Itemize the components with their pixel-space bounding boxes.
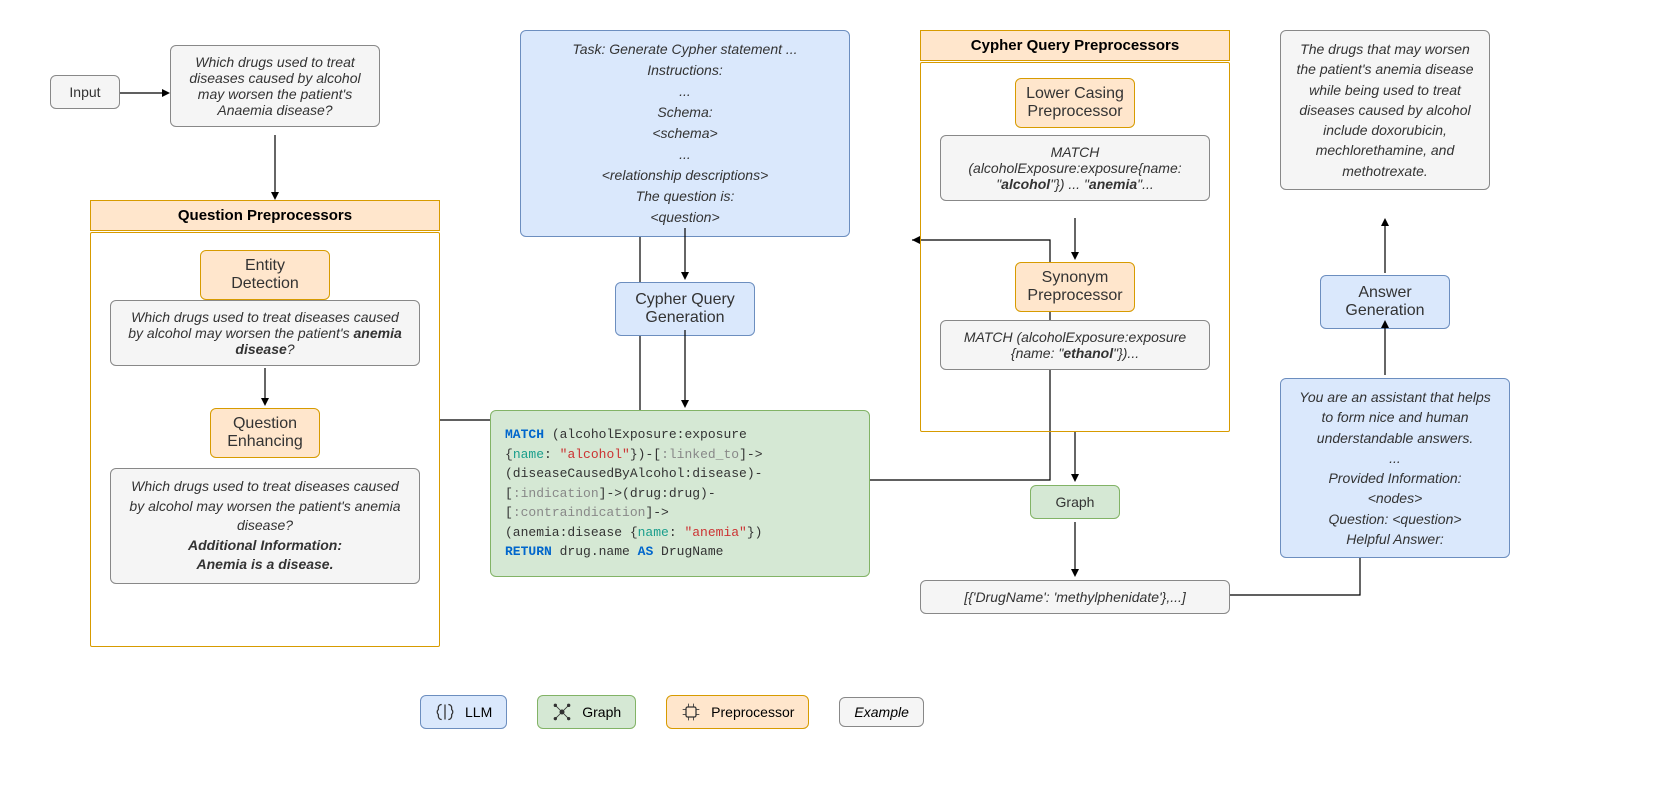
b: ethanol (1063, 345, 1113, 361)
t: ... (679, 146, 691, 162)
synonym-example: MATCH (alcoholExposure:exposure {name: "… (940, 320, 1210, 370)
synonym-label: Synonym Preprocessor (1015, 262, 1135, 312)
t: Lower Casing Preprocessor (1026, 85, 1124, 120)
entity-detection-example: Which drugs used to treat diseases cause… (110, 300, 420, 366)
answer-prompt-template: You are an assistant that helps to form … (1280, 378, 1510, 558)
brain-icon (435, 702, 455, 722)
t: ... (1389, 450, 1401, 466)
t: Provided Information: (1328, 470, 1461, 486)
t: LLM (465, 704, 492, 720)
arrow (680, 330, 690, 408)
t: Helpful Answer: (1346, 531, 1444, 547)
t: Answer Generation (1345, 284, 1424, 319)
legend-graph: Graph (537, 695, 636, 729)
final-answer: The drugs that may worsen the patient's … (1280, 30, 1490, 190)
question-enhancing-example: Which drugs used to treat diseases cause… (110, 468, 420, 584)
t: Instructions: (647, 62, 722, 78)
lower-casing-example: MATCH (alcoholExposure:exposure{name: "a… (940, 135, 1210, 201)
input-question: Which drugs used to treat diseases cause… (170, 45, 380, 127)
arrow (1070, 432, 1080, 482)
input-label: Input (50, 75, 120, 109)
arrow (120, 88, 170, 98)
entity-detection-label: Entity Detection (200, 250, 330, 300)
t: <question> (650, 209, 719, 225)
bold: Additional Information: (188, 537, 342, 553)
t: Task: Generate Cypher statement ... (572, 41, 797, 57)
t: "})... (1113, 345, 1139, 361)
text: Question Enhancing (227, 415, 303, 450)
b: anemia (1089, 176, 1137, 192)
lower-casing-label: Lower Casing Preprocessor (1015, 78, 1135, 128)
cypher-code-output: MATCH (alcoholExposure:exposure {name: "… (490, 410, 870, 577)
graph-result: [{'DrugName': 'methylphenidate'},...] (920, 580, 1230, 614)
t: Preprocessor (711, 704, 794, 720)
t: Synonym Preprocessor (1027, 269, 1122, 304)
cypher-prompt-template: Task: Generate Cypher statement ... Inst… (520, 30, 850, 237)
t: "... (1137, 176, 1154, 192)
graph-icon (552, 702, 572, 722)
cypher-generation-label: Cypher Query Generation (615, 282, 755, 336)
t: <relationship descriptions> (602, 167, 769, 183)
t: Graph (582, 704, 621, 720)
arrow (270, 135, 280, 200)
t: <nodes> (1368, 490, 1423, 506)
qp-title: Question Preprocessors (90, 200, 440, 231)
t: Question: <question> (1328, 511, 1461, 527)
arrow (680, 228, 690, 280)
b: alcohol (1001, 176, 1050, 192)
t: Cypher Query Generation (635, 291, 735, 326)
arrow (1380, 320, 1390, 375)
t: "}) ... " (1050, 176, 1089, 192)
t: The question is: (636, 188, 735, 204)
t: Example (854, 704, 908, 720)
t: Schema: (657, 104, 712, 120)
arrow (1070, 522, 1080, 577)
text: Which drugs used to treat diseases cause… (129, 478, 400, 533)
legend: LLM Graph Preprocessor Example (420, 695, 924, 729)
graph-node: Graph (1030, 485, 1120, 519)
t: You are an assistant that helps to form … (1299, 389, 1490, 446)
legend-llm: LLM (420, 695, 507, 729)
arrow (1070, 218, 1080, 260)
bold: Anemia is a disease. (197, 556, 334, 572)
text: ? (287, 341, 295, 357)
question-enhancing-label: Question Enhancing (210, 408, 320, 458)
cqp-title: Cypher Query Preprocessors (920, 30, 1230, 61)
legend-example: Example (839, 697, 923, 727)
chip-icon (681, 702, 701, 722)
arrow (260, 368, 270, 406)
t: ... (679, 83, 691, 99)
arrow (1380, 218, 1390, 273)
t: <schema> (652, 125, 717, 141)
legend-preprocessor: Preprocessor (666, 695, 809, 729)
